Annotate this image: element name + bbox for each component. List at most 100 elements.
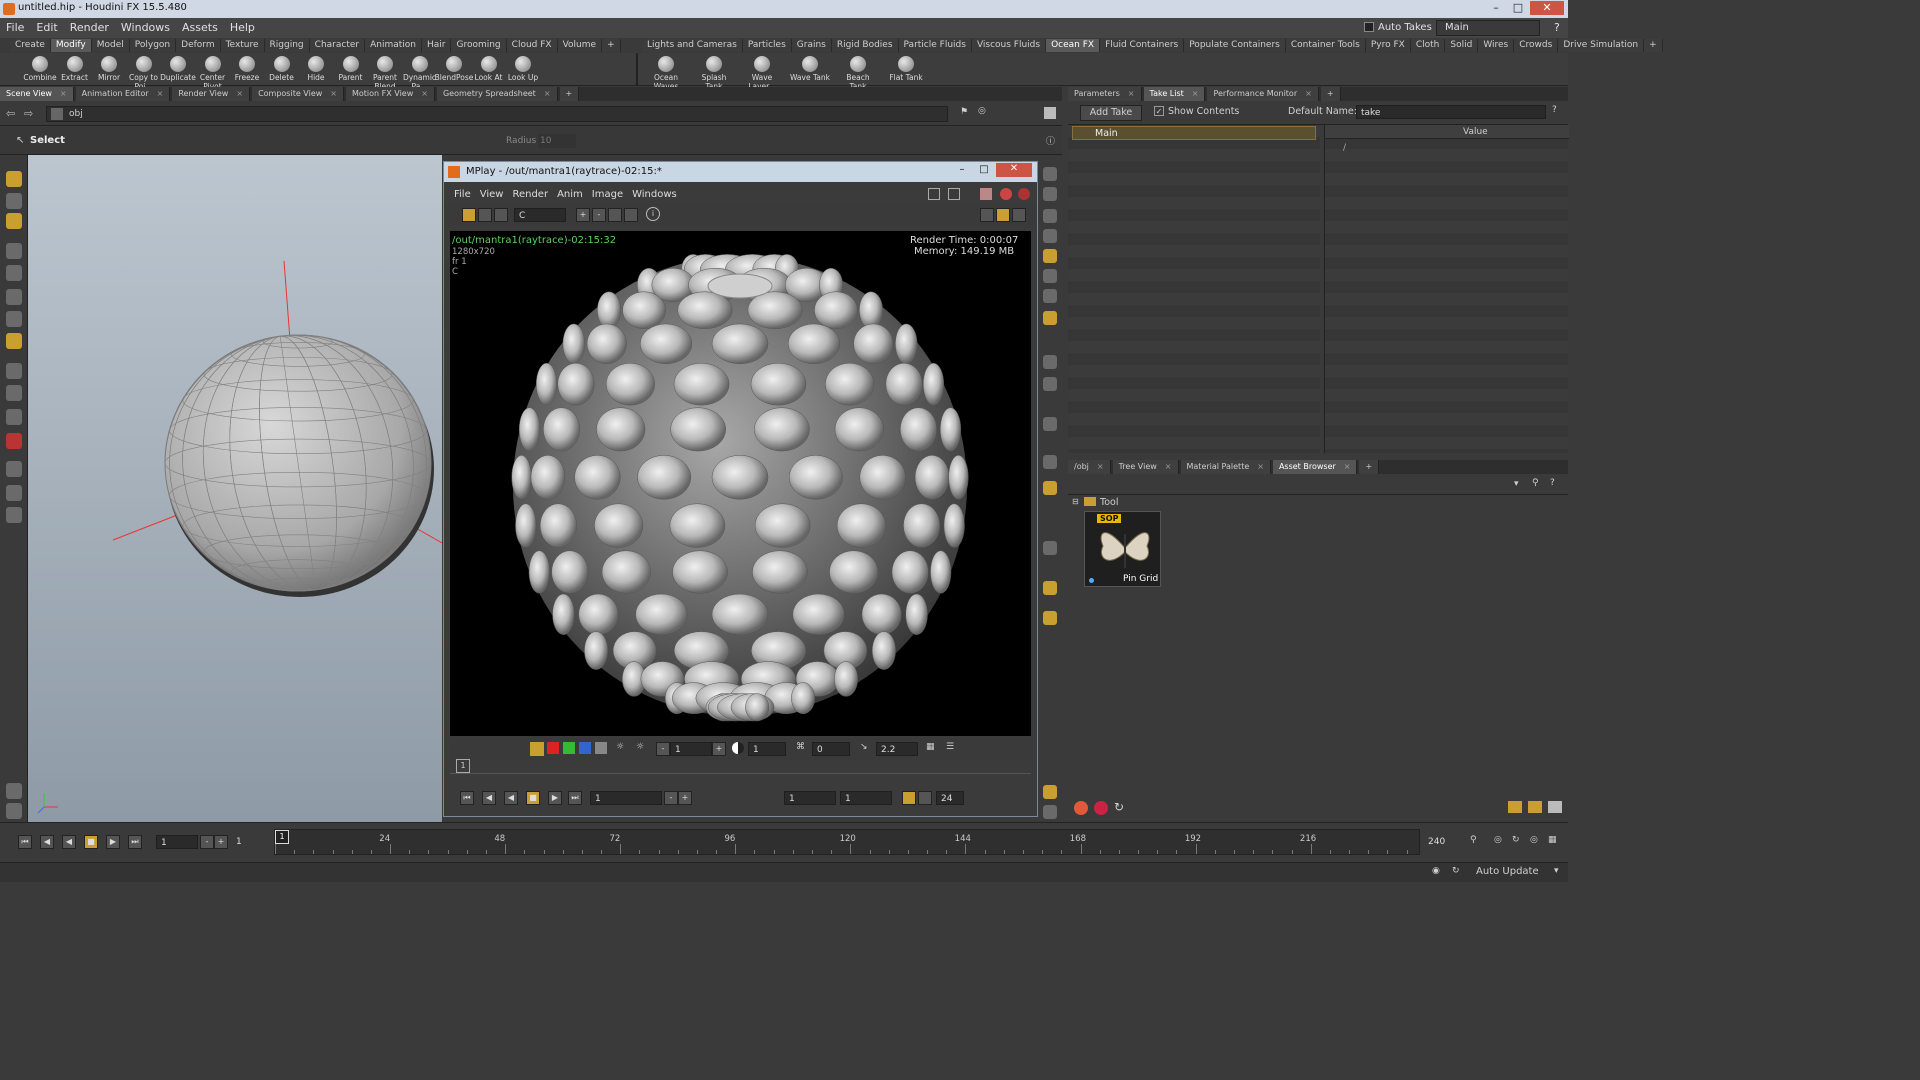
- mplay-menu-view[interactable]: View: [480, 189, 504, 200]
- pane-tab-render-view[interactable]: Render View ×: [172, 87, 251, 101]
- chat-icon[interactable]: ◉: [1432, 866, 1440, 876]
- tool-wave-layer-[interactable]: Wave Layer...: [742, 53, 782, 91]
- close-tab-icon[interactable]: ×: [1128, 89, 1135, 98]
- global-anim-icon[interactable]: ◎: [1530, 835, 1538, 845]
- current-frame-field[interactable]: 1: [156, 835, 198, 849]
- zoom-out-icon[interactable]: -: [592, 208, 606, 222]
- collapse-icon[interactable]: ⊟: [1072, 497, 1079, 506]
- shelf-tab-wires[interactable]: Wires: [1478, 39, 1515, 52]
- render-image[interactable]: /out/mantra1(raytrace)-02:15:32 1280x720…: [450, 231, 1031, 736]
- help-icon[interactable]: ?: [1548, 18, 1566, 38]
- realtime-icon[interactable]: [902, 791, 916, 805]
- compare-icon[interactable]: [494, 208, 508, 222]
- offset-icon[interactable]: ⌘: [796, 742, 805, 752]
- select-points-icon[interactable]: [6, 193, 22, 209]
- help-icon[interactable]: ?: [1552, 105, 1557, 115]
- shelf-tab-model[interactable]: Model: [91, 39, 130, 52]
- help-icon[interactable]: ⓘ: [1046, 134, 1055, 147]
- stop-render-icon[interactable]: [1000, 188, 1012, 200]
- timeline-first-frame-icon[interactable]: ⏮: [18, 835, 32, 849]
- playhead[interactable]: 1: [275, 830, 289, 844]
- shelf-tab-crowds[interactable]: Crowds: [1514, 39, 1559, 52]
- forward-arrow-icon[interactable]: ⇨: [24, 107, 33, 120]
- timeline-scrubber[interactable]: 24 48 72 96 120 144 168 192 216 1: [274, 829, 1420, 855]
- shelf-tab-polygon[interactable]: Polygon: [129, 39, 177, 52]
- normals-icon[interactable]: [1043, 311, 1057, 325]
- start-frame-field[interactable]: 1: [232, 835, 268, 849]
- shelf-tab-solid[interactable]: Solid: [1445, 39, 1479, 52]
- alpha-channel-icon[interactable]: [595, 742, 607, 754]
- pane-tab-asset-browser[interactable]: Asset Browser ×: [1272, 460, 1358, 474]
- exposure-field[interactable]: 1: [670, 742, 712, 756]
- timeline-options-icon[interactable]: ▦: [1548, 835, 1557, 845]
- shelf-tab-cloud-fx[interactable]: Cloud FX: [506, 39, 558, 52]
- shelf-tab-rigging[interactable]: Rigging: [264, 39, 310, 52]
- shelf-tab-create[interactable]: Create: [10, 39, 51, 52]
- point-display-icon[interactable]: [1043, 289, 1057, 303]
- shelf-tab-cloth[interactable]: Cloth: [1410, 39, 1446, 52]
- shelf-tab-rigid-bodies[interactable]: Rigid Bodies: [831, 39, 899, 52]
- mplay-close-button[interactable]: ✕: [996, 163, 1032, 177]
- shelf-tab-character[interactable]: Character: [309, 39, 366, 52]
- layout-single-icon[interactable]: [980, 208, 994, 222]
- maximize-button[interactable]: □: [1508, 1, 1528, 15]
- viewport-layout-icon[interactable]: [1044, 107, 1056, 119]
- scale-tool-icon[interactable]: [6, 311, 22, 327]
- help-icon[interactable]: ?: [1550, 478, 1555, 488]
- frame-increment-button[interactable]: +: [678, 791, 692, 805]
- end-frame-field[interactable]: 240: [1424, 835, 1460, 849]
- mplay-menu-windows[interactable]: Windows: [632, 189, 677, 200]
- shelf-tab-lights-and-cameras[interactable]: Lights and Cameras: [642, 39, 743, 52]
- menu-render[interactable]: Render: [64, 18, 115, 38]
- close-tab-icon[interactable]: ×: [330, 89, 337, 98]
- back-arrow-icon[interactable]: ⇦: [6, 107, 15, 120]
- close-tab-icon[interactable]: ×: [421, 89, 428, 98]
- shelf-tab-viscous-fluids[interactable]: Viscous Fluids: [971, 39, 1047, 52]
- bulb-icon[interactable]: [1043, 269, 1057, 283]
- shelf-tab-fluid-containers[interactable]: Fluid Containers: [1100, 39, 1185, 52]
- record-icon[interactable]: [6, 485, 22, 501]
- add-pane-tab-icon[interactable]: +: [1359, 460, 1380, 474]
- first-frame-icon[interactable]: ⏮: [460, 791, 474, 805]
- pane-tab-scene-view[interactable]: Scene View ×: [0, 87, 74, 101]
- shelf-tab-animation[interactable]: Animation: [365, 39, 422, 52]
- mplay-maximize-button[interactable]: □: [974, 164, 994, 178]
- mplay-detach-icon[interactable]: [948, 188, 960, 200]
- rgb-channel-icon[interactable]: [530, 742, 544, 756]
- tool-flat-tank[interactable]: Flat Tank: [886, 53, 926, 86]
- snapshot-icon[interactable]: [478, 208, 492, 222]
- pane-tab-tree-view[interactable]: Tree View ×: [1112, 460, 1179, 474]
- camera-link-icon[interactable]: ◎: [978, 106, 986, 116]
- contrast-field[interactable]: 1: [748, 742, 786, 756]
- pane-tab--obj[interactable]: /obj ×: [1068, 460, 1111, 474]
- number-icon[interactable]: [1043, 417, 1057, 431]
- lut-icon[interactable]: ▦: [926, 742, 935, 752]
- edge-icon[interactable]: [1043, 377, 1057, 391]
- new-folder-icon[interactable]: [1528, 801, 1542, 813]
- tool-look-up[interactable]: Look Up: [503, 53, 543, 86]
- red-channel-icon[interactable]: [547, 742, 559, 754]
- uninstall-asset-icon[interactable]: [1094, 801, 1108, 815]
- home-view-icon[interactable]: [608, 208, 622, 222]
- play-frame-field[interactable]: 1: [590, 791, 662, 805]
- pane-tab-composite-view[interactable]: Composite View ×: [252, 87, 344, 101]
- mplay-menu-image[interactable]: Image: [592, 189, 623, 200]
- mplay-menu-anim[interactable]: Anim: [557, 189, 583, 200]
- offset-field[interactable]: 0: [812, 742, 850, 756]
- snap-icon[interactable]: [6, 433, 22, 449]
- loop-icon[interactable]: [918, 791, 932, 805]
- magnet-icon[interactable]: [6, 409, 22, 425]
- pin-icon[interactable]: ⚑: [960, 107, 968, 117]
- shelf-tab-volume[interactable]: Volume: [557, 39, 603, 52]
- close-tab-icon[interactable]: ×: [157, 89, 164, 98]
- shelf-tab-pyro-fx[interactable]: Pyro FX: [1365, 39, 1411, 52]
- menu-edit[interactable]: Edit: [30, 18, 63, 38]
- camera-icon[interactable]: [6, 461, 22, 477]
- info-icon[interactable]: i: [646, 207, 660, 221]
- path-field[interactable]: obj: [46, 106, 948, 122]
- shelf-tab-particles[interactable]: Particles: [742, 39, 792, 52]
- timeline-last-frame-icon[interactable]: ⏭: [128, 835, 142, 849]
- shelf-tab-drive-simulation[interactable]: Drive Simulation: [1558, 39, 1645, 52]
- render-icon[interactable]: [980, 188, 992, 200]
- vertex-icon[interactable]: [1043, 355, 1057, 369]
